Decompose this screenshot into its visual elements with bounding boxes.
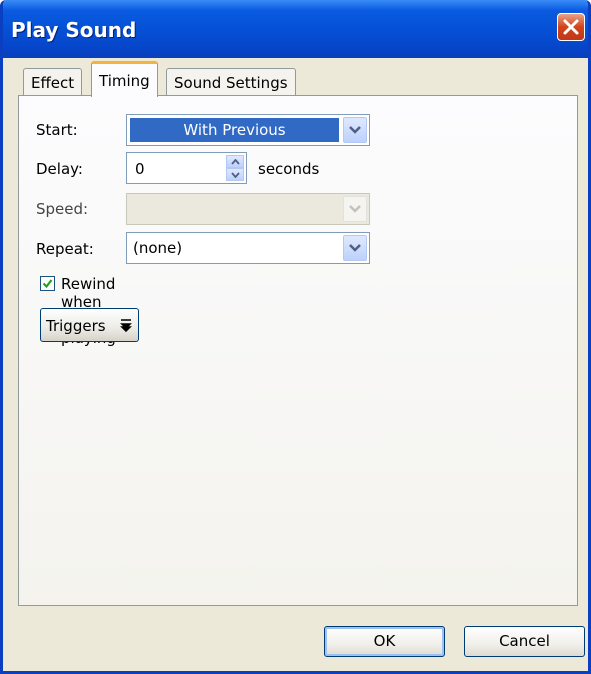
combo-arrow-icon [349,126,361,134]
start-select-arrow[interactable] [343,117,367,143]
tab-sound-settings[interactable]: Sound Settings [166,68,296,96]
cancel-button[interactable]: Cancel [464,626,585,657]
delay-increase-button[interactable] [226,155,244,168]
triggers-label: Triggers [46,317,106,335]
close-icon [563,19,579,35]
repeat-select[interactable]: (none) [126,232,370,264]
tab-sound-settings-label: Sound Settings [174,74,288,92]
delay-unit: seconds [258,160,320,178]
repeat-select-value: (none) [133,239,183,257]
repeat-label: Repeat: [36,240,94,258]
delay-spin-buttons [226,155,244,181]
tab-timing[interactable]: Timing [91,61,158,97]
speed-select-arrow [343,196,367,222]
check-icon [42,279,53,289]
delay-decrease-button[interactable] [226,168,244,181]
start-label: Start: [36,121,78,139]
start-select[interactable]: With Previous [126,114,370,146]
title-bar[interactable]: Play Sound [3,0,588,58]
delay-value: 0 [135,160,145,178]
tab-effect[interactable]: Effect [23,68,83,96]
tab-timing-label: Timing [99,72,150,90]
double-chevron-down-icon [120,319,132,333]
spin-down-icon [231,172,240,178]
rewind-checkbox[interactable] [40,276,55,291]
triggers-button[interactable]: Triggers [40,308,139,342]
speed-label: Speed: [36,200,89,218]
speed-select [126,193,370,225]
play-sound-dialog: Play Sound Effect Timing Sound Settings … [0,0,591,674]
combo-arrow-icon [349,205,361,213]
window-title: Play Sound [11,18,137,42]
tab-effect-label: Effect [31,74,75,92]
delay-label: Delay: [36,160,83,178]
spin-up-icon [231,159,240,165]
start-select-value: With Previous [130,118,339,142]
delay-stepper[interactable]: 0 [126,152,247,184]
repeat-select-arrow[interactable] [343,235,367,261]
ok-button[interactable]: OK [324,626,445,657]
close-button[interactable] [557,13,585,41]
combo-arrow-icon [349,244,361,252]
